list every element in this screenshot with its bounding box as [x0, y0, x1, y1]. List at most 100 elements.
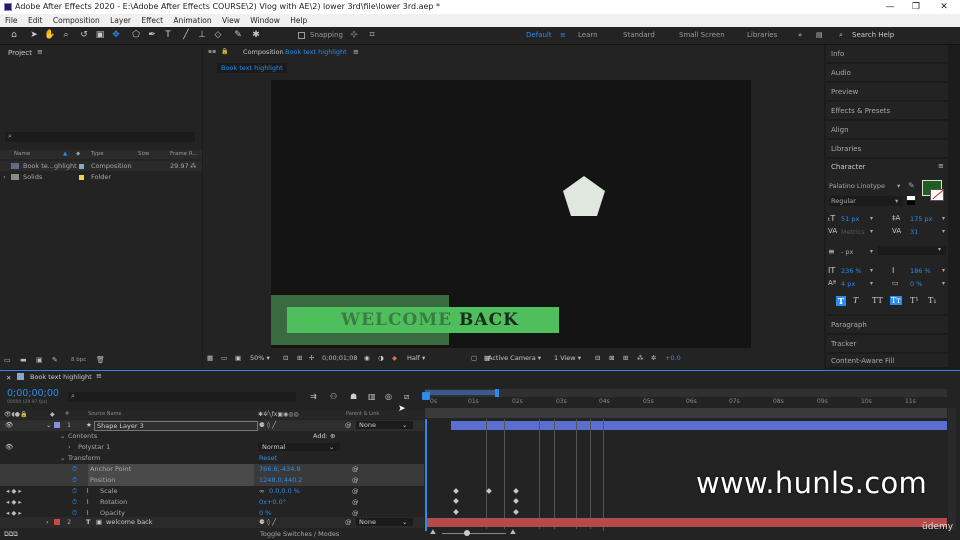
home-icon[interactable]: ⌂	[8, 29, 20, 41]
subscript-button[interactable]: T₁	[928, 296, 937, 305]
contents-row[interactable]: ⌄ Contents Add: ⊕	[0, 431, 424, 442]
project-settings-icon[interactable]: ✎	[52, 356, 58, 364]
chevron-down-icon[interactable]: ▾	[870, 215, 873, 222]
layer-label-chip[interactable]	[54, 519, 60, 525]
layer-name-field[interactable]: Shape Layer 3	[94, 421, 258, 431]
chevron-down-icon[interactable]: ▾	[942, 228, 945, 235]
layer-name[interactable]: welcome back	[106, 517, 153, 528]
search-icon[interactable]: ⌕	[839, 31, 843, 40]
close-tab-icon[interactable]: ✕	[6, 374, 11, 382]
collapse-switch-icon[interactable]: ⚈ ◊ ╱	[259, 517, 276, 528]
shape-tool-icon[interactable]: ⬠	[130, 29, 142, 41]
layer-row-1[interactable]: 👁 ⌄ 1 ★ Shape Layer 3 ⚈ ◊ ╱ @ None ⌄	[0, 420, 424, 431]
chevron-down-icon[interactable]: ⌄	[60, 453, 65, 464]
visibility-eye-icon[interactable]: 👁	[5, 420, 13, 431]
chevron-down-icon[interactable]: ▾	[942, 280, 945, 287]
white-swatch[interactable]	[907, 196, 915, 200]
panel-align[interactable]: Align	[826, 121, 948, 139]
panel-menu-icon[interactable]: ≡	[353, 48, 359, 56]
panel-effects-presets[interactable]: Effects & Presets	[826, 102, 948, 120]
layer-search-input[interactable]: ⌕	[68, 392, 296, 402]
pickwhip-icon[interactable]: @	[345, 517, 352, 528]
add-label[interactable]: Add:	[313, 431, 328, 442]
horizontal-scale-value[interactable]: 186 %	[910, 267, 931, 275]
chevron-down-icon[interactable]: ▾	[870, 228, 873, 235]
tracking-value[interactable]: 31	[910, 228, 918, 236]
stroke-color-swatch[interactable]	[930, 189, 944, 201]
font-size-value[interactable]: 51 px	[841, 215, 859, 223]
workspace-default[interactable]: Default	[526, 31, 552, 39]
pickwhip-icon[interactable]: @	[352, 464, 359, 475]
workspace-learn[interactable]: Learn	[578, 31, 598, 39]
region-icon[interactable]: ▣	[235, 351, 241, 365]
pickwhip-icon[interactable]: @	[352, 486, 359, 497]
tsume-value[interactable]: 0 %	[910, 280, 922, 288]
brush-tool-icon[interactable]: ╱	[180, 29, 192, 41]
panel-preview[interactable]: Preview	[826, 83, 948, 101]
prop-value[interactable]: 766.6,-434.8	[259, 464, 301, 475]
close-button[interactable]: ✕	[930, 0, 958, 14]
snap-grid-icon[interactable]: ⌗	[366, 29, 378, 41]
zoom-in-icon[interactable]: ⛰	[510, 528, 516, 537]
new-folder-icon[interactable]: ▬	[20, 356, 27, 364]
project-row-folder[interactable]: › Solids Folder	[0, 172, 202, 182]
keyframe-nav-icon[interactable]: ◂ ◆ ▸	[6, 486, 22, 497]
visibility-eye-icon[interactable]: 👁	[5, 442, 13, 453]
roto-brush-tool-icon[interactable]: ✎	[232, 29, 244, 41]
stopwatch-icon[interactable]: ⏱	[72, 486, 77, 497]
chevron-right-icon[interactable]: ›	[46, 517, 49, 528]
graph-icon[interactable]: ⌇	[86, 497, 89, 508]
reset-link[interactable]: Reset	[259, 453, 277, 464]
stroke-width-value[interactable]: - px	[841, 248, 853, 256]
motion-blur-icon[interactable]: ◎	[385, 392, 392, 401]
right-scrollbar[interactable]	[951, 45, 958, 355]
timeline-scrollbar[interactable]	[948, 408, 956, 530]
leading-value[interactable]: 175 px	[910, 215, 932, 223]
collapse-switch-icon[interactable]: ⚈ ◊ ╱	[259, 420, 276, 431]
faux-bold-button[interactable]: T	[836, 296, 846, 306]
pickwhip-icon[interactable]: @	[352, 497, 359, 508]
parent-dropdown[interactable]: None ⌄	[356, 421, 413, 429]
graph-icon[interactable]: ⌇	[86, 486, 89, 497]
puppet-tool-icon[interactable]: ✱	[250, 29, 262, 41]
polystar-row[interactable]: 👁 › Polystar 1 Normal ⌄	[0, 442, 424, 453]
layer-label-chip[interactable]	[54, 422, 60, 428]
layer-1-duration-bar[interactable]	[451, 421, 947, 430]
selection-tool-icon[interactable]: ➤	[28, 29, 40, 41]
grid-icon[interactable]: ⊞	[297, 351, 302, 365]
panel-paragraph[interactable]: Paragraph	[826, 316, 948, 334]
add-icon[interactable]: ⊕	[330, 431, 335, 442]
snapshot-icon[interactable]: ◉	[364, 351, 370, 365]
current-time-display[interactable]: 0;00;01;08	[322, 351, 358, 365]
shy-layers-icon[interactable]: ☗	[350, 392, 357, 401]
graph-editor-icon[interactable]: ⧄	[404, 392, 409, 402]
font-family-dropdown[interactable]: Palatino Linotype ▾	[829, 181, 903, 191]
flowchart-icon[interactable]: ⁂	[637, 351, 644, 365]
comp-panel-name[interactable]: Book text highlight	[285, 48, 347, 56]
hand-tool-icon[interactable]: ✋	[44, 29, 56, 41]
panel-tracker[interactable]: Tracker	[826, 335, 948, 353]
resolution-dropdown[interactable]: Half ▾	[407, 351, 425, 365]
fit-icon[interactable]: ⊡	[283, 351, 288, 365]
faux-italic-button[interactable]: T	[853, 296, 858, 305]
col-type[interactable]: Type	[91, 150, 104, 159]
pan-behind-tool-icon[interactable]: ✥	[110, 29, 122, 41]
panel-content-aware-fill[interactable]: Content-Aware Fill	[826, 354, 948, 368]
roi-icon[interactable]: ▢	[471, 351, 477, 365]
work-area-range[interactable]	[425, 390, 497, 395]
kerning-value[interactable]: Metrics	[841, 228, 865, 236]
polystar-shape[interactable]	[560, 174, 608, 220]
workspace-standard[interactable]: Standard	[623, 31, 655, 39]
prop-value[interactable]: 0.0,0.0 %	[269, 486, 300, 497]
prop-row-scale[interactable]: ◂ ◆ ▸ ⏱ ⌇ Scale ∞ 0.0,0.0 % @	[0, 486, 424, 497]
workspace-menu-icon[interactable]: ≡	[560, 31, 566, 39]
chevron-right-icon[interactable]: ›	[3, 172, 6, 182]
col-name[interactable]: Name	[14, 150, 30, 159]
color-channel-icon[interactable]: ◆	[392, 351, 397, 365]
prop-row-rotation[interactable]: ◂ ◆ ▸ ⏱ ⌇ Rotation 0x+0.0° @	[0, 497, 424, 508]
source-name-column[interactable]: Source Name	[88, 410, 122, 419]
zoom-dropdown[interactable]: 50% ▾	[248, 351, 272, 365]
camera-dropdown[interactable]: Active Camera ▾	[488, 351, 541, 365]
time-navigator[interactable]	[425, 408, 947, 418]
stroke-style-dropdown[interactable]: ▾	[878, 246, 946, 255]
